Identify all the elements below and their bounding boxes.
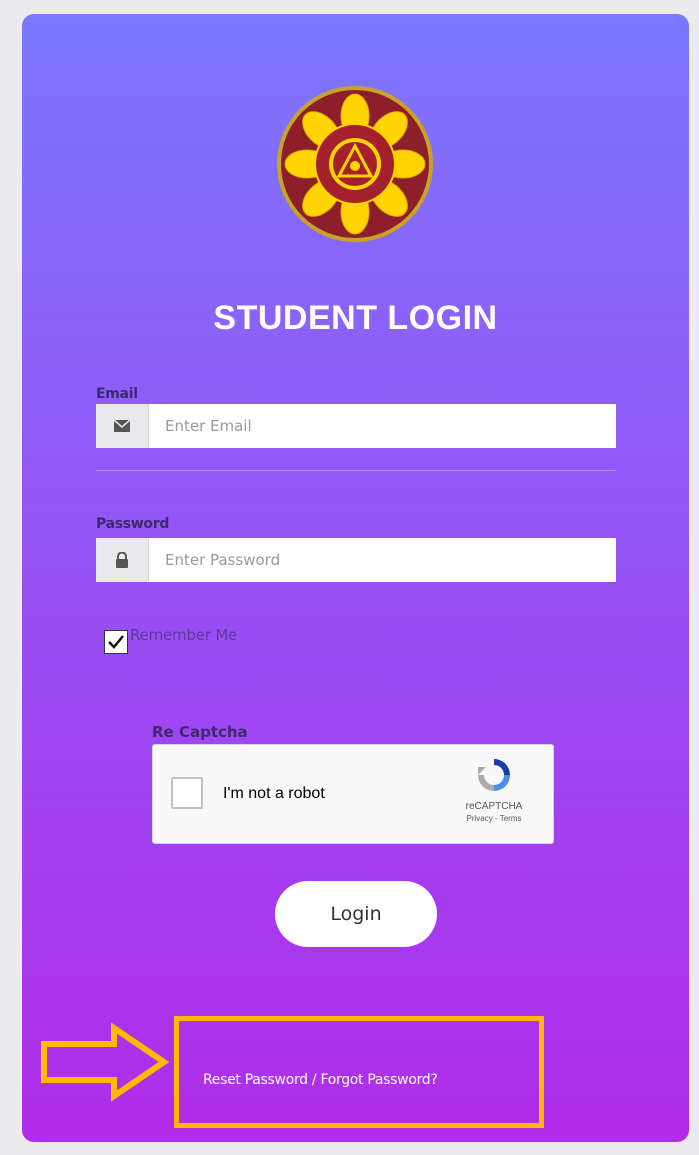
- checkmark-icon: [108, 635, 124, 649]
- password-label: Password: [96, 516, 170, 532]
- divider: [96, 470, 616, 471]
- remember-checkbox[interactable]: [104, 630, 128, 654]
- login-button[interactable]: Login: [275, 881, 437, 947]
- email-label: Email: [96, 386, 138, 402]
- password-input-group: [96, 538, 616, 582]
- captcha-label: Re Captcha: [152, 723, 248, 741]
- recaptcha-text: I'm not a robot: [223, 785, 325, 802]
- email-input-group: [96, 404, 616, 448]
- recaptcha-brand: reCAPTCHA Privacy - Terms: [449, 755, 539, 823]
- remember-me[interactable]: Remember Me: [104, 626, 237, 654]
- password-field[interactable]: [149, 538, 616, 582]
- recaptcha-logo-icon: [478, 759, 510, 791]
- recaptcha-links[interactable]: Privacy - Terms: [449, 814, 539, 823]
- institution-emblem-icon: [277, 86, 433, 242]
- recaptcha-widget: I'm not a robot reCAPTCHA Privacy - Term…: [152, 744, 554, 844]
- recaptcha-checkbox[interactable]: [171, 777, 203, 809]
- arrow-icon: [41, 1022, 170, 1102]
- reset-password-link[interactable]: Reset Password / Forgot Password?: [203, 1072, 438, 1088]
- remember-label: Remember Me: [130, 626, 238, 644]
- lock-icon: [96, 538, 149, 582]
- login-card: STUDENT LOGIN Email Password Remem: [22, 14, 689, 1142]
- recaptcha-brand-text: reCAPTCHA: [465, 801, 523, 812]
- envelope-icon: [96, 404, 149, 448]
- email-field[interactable]: [149, 404, 616, 448]
- page-title: STUDENT LOGIN: [213, 299, 498, 337]
